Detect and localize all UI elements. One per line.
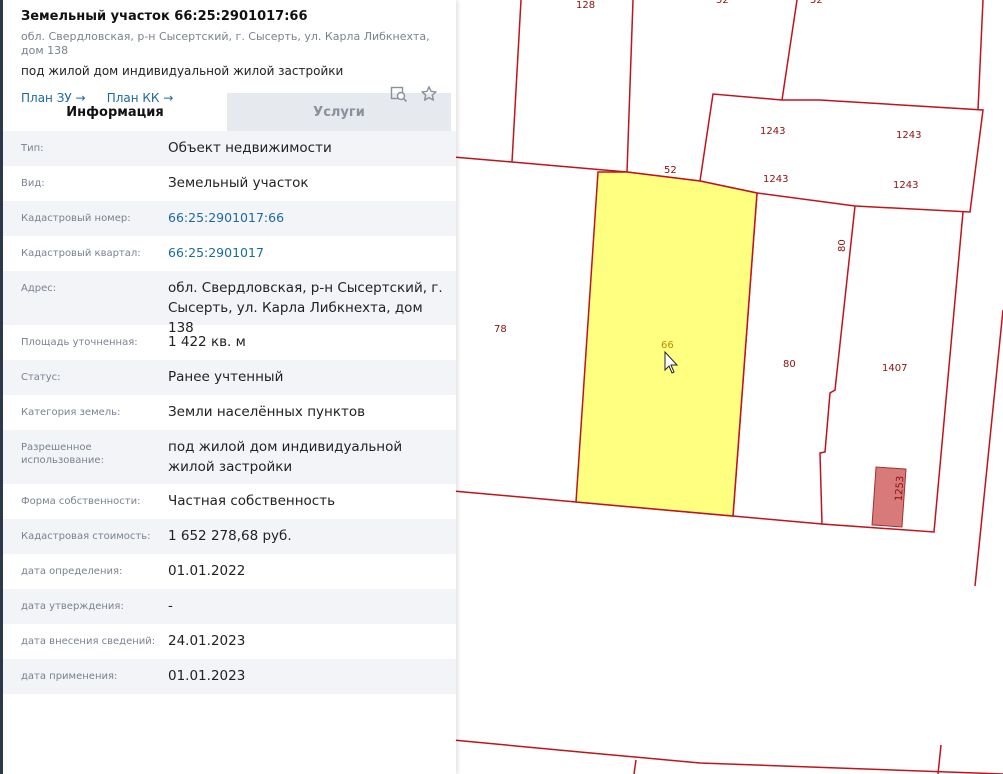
table-row: Адрес: обл. Свердловская, р-н Сысертский… xyxy=(3,271,456,336)
row-label: Кадастровый номер: xyxy=(21,213,131,224)
table-row: Тип: Объект недвижимости xyxy=(3,131,456,166)
parcel-boundary xyxy=(974,309,1003,587)
map-label: 1243 xyxy=(896,130,921,141)
map-label: 52 xyxy=(716,0,729,6)
map-label: 1243 xyxy=(760,126,785,137)
plan-links: План ЗУ → План КК → xyxy=(21,85,438,105)
table-row: дата утверждения: - xyxy=(3,589,456,624)
table-row: Площадь уточненная: 1 422 кв. м xyxy=(3,325,456,360)
row-label: Кадастровый квартал: xyxy=(21,248,141,259)
table-row: Статус: Ранее учтенный xyxy=(3,360,456,395)
parcel-boundary xyxy=(633,759,637,774)
row-value: Объект недвижимости xyxy=(168,140,332,156)
cadastral-number-link[interactable]: 66:25:2901017:66 xyxy=(168,201,456,236)
row-value: 01.01.2023 xyxy=(168,668,246,684)
row-label: Адрес: xyxy=(21,283,57,294)
row-value: под жилой дом индивидуальной жилой застр… xyxy=(168,439,403,475)
row-value: 24.01.2023 xyxy=(168,633,246,649)
row-value: Земли населённых пунктов xyxy=(168,404,366,420)
row-label: дата утверждения: xyxy=(21,601,124,612)
map-label: 1407 xyxy=(882,363,907,374)
cadastral-quarter-link[interactable]: 66:25:2901017 xyxy=(168,236,456,271)
row-value: Частная собственность xyxy=(168,493,336,509)
row-label: Вид: xyxy=(21,178,45,189)
map-label: 78 xyxy=(494,324,507,335)
parcel-boundary xyxy=(511,0,522,163)
parcel-boundary xyxy=(452,739,1003,774)
parcel-boundary xyxy=(626,0,634,173)
object-address: обл. Свердловская, р-н Сысертский, г. Сы… xyxy=(21,30,430,57)
plan-kk-link[interactable]: План КК → xyxy=(107,91,174,105)
row-value: - xyxy=(168,598,173,614)
row-value: 1 652 278,68 руб. xyxy=(168,528,292,544)
map-label: 80 xyxy=(837,239,848,252)
object-purpose: под жилой дом индивидуальной жилой застр… xyxy=(21,64,344,78)
row-label: Форма собственности: xyxy=(21,496,141,507)
row-value: Ранее учтенный xyxy=(168,369,284,385)
row-label: дата применения: xyxy=(21,671,118,682)
table-row: Кадастровая стоимость: 1 652 278,68 руб. xyxy=(3,519,456,554)
table-row: Разрешенное использование: под жилой дом… xyxy=(3,430,456,484)
map-label: 52 xyxy=(810,0,823,6)
row-value: Земельный участок xyxy=(168,175,309,191)
table-row: Форма собственности: Частная собственнос… xyxy=(3,484,456,519)
parcel-boundary xyxy=(781,0,798,101)
map-label: 1243 xyxy=(763,174,788,185)
table-row: дата внесения сведений: 24.01.2023 xyxy=(3,624,456,659)
row-label: дата определения: xyxy=(21,566,123,577)
row-value: 01.01.2022 xyxy=(168,563,246,579)
map-label: 1243 xyxy=(893,180,918,191)
info-table: Тип: Объект недвижимости Вид: Земельный … xyxy=(3,131,456,694)
table-row: дата применения: 01.01.2023 xyxy=(3,659,456,694)
map-label: 66 xyxy=(661,340,674,351)
parcel-boundary xyxy=(977,0,984,111)
row-label: Тип: xyxy=(21,143,44,154)
row-label: Категория земель: xyxy=(21,407,121,418)
row-label: Статус: xyxy=(21,372,61,383)
table-row: Категория земель: Земли населённых пункт… xyxy=(3,395,456,430)
table-row: Кадастровый квартал: 66:25:2901017 xyxy=(3,236,456,271)
map-label: 1253 xyxy=(894,475,907,501)
row-label: Площадь уточненная: xyxy=(21,337,138,348)
panel-header: Земельный участок 66:25:2901017:66 обл. … xyxy=(3,0,456,105)
row-label: дата внесения сведений: xyxy=(21,636,156,647)
map-label: 128 xyxy=(576,0,595,11)
row-label: Кадастровая стоимость: xyxy=(21,531,151,542)
search-in-list-icon[interactable] xyxy=(390,85,408,103)
header-tools xyxy=(390,85,438,103)
info-panel: Земельный участок 66:25:2901017:66 обл. … xyxy=(0,0,456,774)
row-label: Разрешенное использование: xyxy=(21,442,104,466)
plan-zu-link[interactable]: План ЗУ → xyxy=(21,91,86,105)
table-row: дата определения: 01.01.2022 xyxy=(3,554,456,589)
map-label: 52 xyxy=(664,165,677,176)
table-row: Кадастровый номер: 66:25:2901017:66 xyxy=(3,201,456,236)
parcel-boundary xyxy=(937,744,942,774)
object-title: Земельный участок 66:25:2901017:66 xyxy=(21,9,308,24)
row-value: 1 422 кв. м xyxy=(168,334,246,350)
map-label: 80 xyxy=(783,359,796,370)
row-value: обл. Свердловская, р-н Сысертский, г. Сы… xyxy=(168,280,443,336)
table-row: Вид: Земельный участок xyxy=(3,166,456,201)
star-icon[interactable] xyxy=(420,85,438,103)
